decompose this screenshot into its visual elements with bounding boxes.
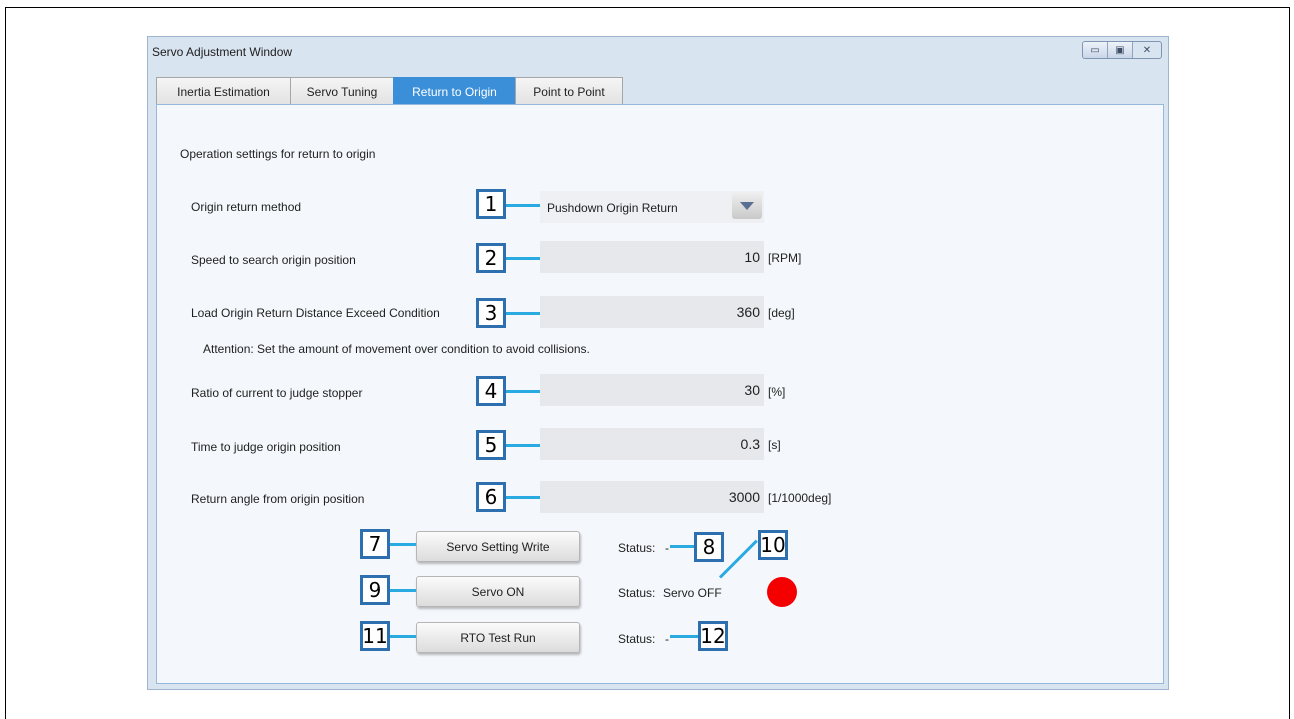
exceed-condition-field[interactable]: 360 <box>540 296 764 328</box>
window-controls: ▭ ▣ ✕ <box>1082 41 1162 59</box>
callout-5: 5 <box>476 430 506 460</box>
callout-3: 3 <box>476 298 506 328</box>
exceed-condition-label: Load Origin Return Distance Exceed Condi… <box>191 306 440 320</box>
write-status-value: - <box>665 541 669 555</box>
chevron-down-icon[interactable] <box>732 193 762 219</box>
servo-status-label: Status: <box>618 586 656 600</box>
callout-line-9 <box>390 589 416 592</box>
attention-note: Attention: Set the amount of movement ov… <box>203 342 590 356</box>
return-angle-label: Return angle from origin position <box>191 492 365 506</box>
callout-line-12 <box>670 635 698 638</box>
judge-time-unit: [s] <box>768 438 781 452</box>
callout-8: 8 <box>694 532 724 562</box>
callout-11: 11 <box>360 621 390 651</box>
callout-line-6 <box>506 496 540 499</box>
current-ratio-unit: [%] <box>768 385 786 399</box>
servo-setting-write-button[interactable]: Servo Setting Write <box>416 531 580 562</box>
origin-method-select[interactable]: Pushdown Origin Return <box>540 191 764 223</box>
search-speed-label: Speed to search origin position <box>191 253 356 267</box>
callout-line-11 <box>390 635 416 638</box>
return-angle-unit: [1/1000deg] <box>768 491 832 505</box>
callout-line-5 <box>506 444 540 447</box>
exceed-condition-unit: [deg] <box>768 306 795 320</box>
section-title: Operation settings for return to origin <box>180 147 376 161</box>
judge-time-field[interactable]: 0.3 <box>540 428 764 460</box>
callout-line-4 <box>506 390 540 393</box>
write-status-label: Status: <box>618 541 656 555</box>
callout-2: 2 <box>476 243 506 273</box>
servo-adjustment-window: Servo Adjustment Window ▭ ▣ ✕ Inertia Es… <box>147 36 1169 690</box>
callout-9: 9 <box>360 575 390 605</box>
judge-time-label: Time to judge origin position <box>191 440 341 454</box>
callout-12: 12 <box>698 621 728 651</box>
return-angle-field[interactable]: 3000 <box>540 481 764 513</box>
servo-on-button[interactable]: Servo ON <box>416 576 580 607</box>
title-bar: Servo Adjustment Window ▭ ▣ ✕ <box>148 37 1168 65</box>
callout-line-2 <box>506 257 540 260</box>
tab-inertia-estimation[interactable]: Inertia Estimation <box>156 77 291 105</box>
search-speed-unit: [RPM] <box>768 251 802 265</box>
tab-return-to-origin[interactable]: Return to Origin <box>393 77 516 105</box>
window-title: Servo Adjustment Window <box>152 45 293 59</box>
servo-status-led <box>767 577 797 607</box>
callout-line-1 <box>506 204 540 207</box>
callout-1: 1 <box>476 189 506 219</box>
current-ratio-field[interactable]: 30 <box>540 374 764 406</box>
search-speed-field[interactable]: 10 <box>540 241 764 273</box>
callout-line-3 <box>506 312 540 315</box>
rto-status-label: Status: <box>618 632 656 646</box>
origin-method-value: Pushdown Origin Return <box>547 201 678 215</box>
callout-4: 4 <box>476 376 506 406</box>
close-button[interactable]: ✕ <box>1133 42 1161 58</box>
maximize-button[interactable]: ▣ <box>1108 42 1133 58</box>
tab-point-to-point[interactable]: Point to Point <box>515 77 623 105</box>
rto-status-value: - <box>665 632 669 646</box>
callout-10: 10 <box>758 530 788 560</box>
callout-line-7 <box>390 543 416 546</box>
callout-6: 6 <box>476 482 506 512</box>
rto-test-run-button[interactable]: RTO Test Run <box>416 622 580 653</box>
tab-servo-tuning[interactable]: Servo Tuning <box>290 77 394 105</box>
minimize-button[interactable]: ▭ <box>1083 42 1108 58</box>
origin-method-label: Origin return method <box>191 200 302 214</box>
servo-status-value: Servo OFF <box>663 586 722 600</box>
callout-line-8 <box>670 545 694 548</box>
current-ratio-label: Ratio of current to judge stopper <box>191 386 363 400</box>
callout-7: 7 <box>360 529 390 559</box>
